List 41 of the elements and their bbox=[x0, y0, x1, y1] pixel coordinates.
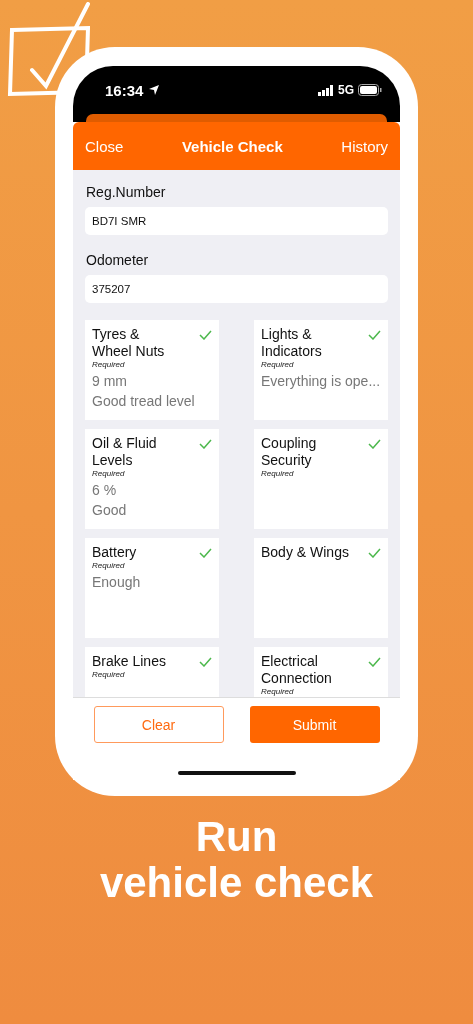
check-title: Body & Wings bbox=[261, 544, 349, 561]
check-value: Good tread level bbox=[92, 393, 195, 409]
check-title: Oil & Fluid Levels bbox=[92, 435, 158, 469]
check-value: Good bbox=[92, 502, 127, 518]
check-title: Electrical Connection bbox=[261, 653, 333, 687]
required-label: Required bbox=[261, 469, 294, 478]
check-card[interactable]: Battery Required Enough bbox=[85, 538, 219, 638]
input-field[interactable]: 375207 bbox=[85, 275, 388, 303]
check-card[interactable]: Oil & Fluid Levels Required 6 % Good bbox=[85, 429, 219, 529]
field-label: Odometer bbox=[86, 252, 149, 268]
required-label: Required bbox=[261, 360, 294, 369]
check-card[interactable]: Body & Wings bbox=[254, 538, 388, 638]
location-arrow-icon bbox=[148, 84, 161, 96]
check-card[interactable]: Coupling Security Required bbox=[254, 429, 388, 529]
check-title: Tyres & Wheel Nuts bbox=[92, 326, 166, 360]
check-value: Enough bbox=[92, 574, 141, 590]
required-label: Required bbox=[92, 360, 125, 369]
signal-icon bbox=[318, 84, 334, 96]
check-card[interactable]: Tyres & Wheel Nuts Required 9 mm Good tread level bbox=[85, 320, 219, 420]
headline-line: vehicle check bbox=[99, 860, 374, 906]
check-title: Lights & Indicators bbox=[261, 326, 323, 360]
required-label: Required bbox=[92, 469, 125, 478]
network-label: 5G bbox=[338, 83, 354, 97]
check-card[interactable]: Lights & Indicators Required Everything is ope... bbox=[254, 320, 388, 420]
check-value: 6 % bbox=[92, 482, 117, 498]
required-label: Required bbox=[92, 561, 125, 570]
check-value: Everything is ope... bbox=[261, 373, 381, 389]
required-label: Required bbox=[92, 670, 125, 679]
status-time: 16:34 bbox=[105, 81, 144, 99]
battery-icon bbox=[358, 84, 382, 96]
check-card[interactable]: Brake Lines Required bbox=[85, 647, 219, 697]
check-title: Coupling Security bbox=[261, 435, 318, 469]
required-label: Required bbox=[261, 687, 294, 696]
check-card[interactable]: Electrical Connection Required bbox=[254, 647, 388, 697]
check-title: Battery bbox=[92, 544, 138, 561]
input-field[interactable]: BD7I SMR bbox=[85, 207, 388, 235]
check-value: 9 mm bbox=[92, 373, 127, 389]
check-title: Brake Lines bbox=[92, 653, 167, 670]
nav-title: Vehicle Check bbox=[181, 137, 283, 155]
headline-line: Run bbox=[195, 814, 278, 860]
field-label: Reg.Number bbox=[86, 184, 166, 200]
